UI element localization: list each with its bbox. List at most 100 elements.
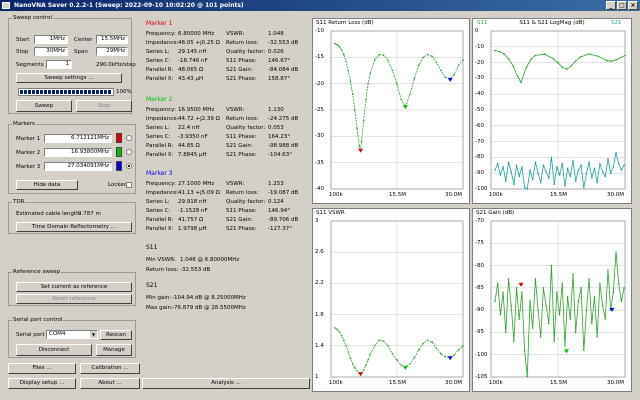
marker-detail-label: S21 Gain: [226,217,253,223]
data-point [561,66,564,69]
data-point [565,68,568,71]
marker-detail-label: Return loss: [226,190,259,196]
s11-s21-logmag-chart[interactable]: S11 & S21 LogMag (dB) 0 -10 -20 -30 -40 -50 -60… [472,18,632,204]
data-point [574,180,577,182]
sweep-progress-bar [18,88,114,96]
data-point [550,264,553,267]
marker-detail-value: 1.253 [268,181,284,187]
data-point [453,73,455,76]
y-tick-label: -30 [475,75,484,82]
marker-color-button[interactable] [116,133,122,143]
data-point [516,75,519,77]
marker-detail-label: S11 Phase: [226,134,257,140]
sweep-control-title: Sweep control [12,15,54,22]
tdr-button[interactable]: Time Domain Reflectometry ... [16,222,132,232]
data-point [440,352,442,355]
y-tick-label: -50 [475,107,484,113]
data-point [367,82,369,85]
marker-color-button[interactable] [116,147,122,157]
marker-select-radio[interactable] [126,135,132,141]
close-icon[interactable]: × [628,1,638,10]
data-point [409,93,411,95]
data-point [580,287,582,289]
y-tick-label: 2.2 [315,280,324,287]
data-point [599,162,601,165]
serial-port-select[interactable]: COM4 ▼ [46,330,98,339]
rescan-button[interactable]: Rescan [100,330,132,340]
segments-input[interactable]: 1 [46,60,72,69]
max-gain-value: -76.879 dB @ 28.5500MHz [172,305,246,311]
reset-reference-button[interactable]: Reset reference [16,294,132,304]
data-point [593,167,596,170]
marker-detail-label: Quality factor: [226,125,266,131]
series-line [494,152,625,190]
data-point [582,349,585,352]
marker-frequency-input[interactable]: 16.93800MHz [44,148,112,157]
data-point [531,327,534,329]
marker-detail-label: Parallel X: [146,76,174,82]
marker-detail-label: S21 Phase: [226,226,257,232]
data-point [338,46,341,48]
marker-detail-value: 41.13 +j5.09 Ω [178,190,220,196]
display-setup-button[interactable]: Display setup ... [8,378,76,389]
calibration-button[interactable]: Calibration ... [80,363,140,374]
window-titlebar[interactable]: NanoVNA Saver 0.2.2-1 (Sweep: 2022-09-10… [0,0,640,11]
progress-segment [88,90,91,94]
data-point [615,151,617,154]
data-point [347,69,350,72]
marker-frequency-input[interactable]: 6.712121MHz [44,134,112,143]
marker-color-button[interactable] [116,161,122,171]
marker-detail-label: Quality factor: [226,199,266,205]
stop-input[interactable]: 30MHz [34,47,68,56]
data-point [354,366,356,369]
set-reference-button[interactable]: Set current as reference [16,282,132,292]
data-point [542,287,545,289]
progress-segment [48,90,51,94]
center-input[interactable]: 15.5MHz [96,35,128,44]
stop-button[interactable]: Stop [76,100,132,112]
span-input[interactable]: 29MHz [96,47,128,56]
manage-button[interactable]: Manage [96,344,132,356]
marker-frequency-input[interactable]: 27.034091MHz [44,162,112,171]
marker-detail-label: S21 Gain: [226,67,253,73]
data-point [606,59,608,62]
analysis-button[interactable]: Analysis ... [142,378,310,389]
hide-data-button[interactable]: Hide data [16,180,78,190]
marker-detail-label: Parallel X: [146,226,174,232]
y-tick-label: -90 [475,170,484,177]
data-point [534,161,537,163]
marker-select-radio[interactable] [126,163,132,169]
chart-plot-area [330,220,464,378]
progress-segment [104,90,107,94]
data-point [566,167,569,170]
data-point [561,282,564,285]
marker-select-radio[interactable] [126,149,132,155]
data-point [499,313,502,316]
maximize-icon[interactable]: □ [617,1,627,10]
files-button[interactable]: Files ... [8,363,76,374]
data-point [496,162,499,165]
data-point [593,295,596,298]
disconnect-button[interactable]: Disconnect [16,344,92,356]
s11-return-loss-chart[interactable]: S11 Return Loss (dB) -10 -15 -20 -25 -30 -35 -4… [312,18,470,204]
marker-detail-value: -3.9350 nF [178,134,208,140]
data-point [382,54,385,57]
s21-gain-chart[interactable]: S21 Gain (dB) -70 -75 -80 -85 -90 -95 -100 -105 1… [472,208,632,392]
locked-checkbox[interactable] [126,182,132,188]
data-point [542,164,545,167]
y-tick-label: 1.8 [315,311,324,318]
data-point [444,355,447,358]
sweep-button[interactable]: Sweep [16,100,72,112]
s11-vswr-chart[interactable]: S11 VSWR 3 2.6 2.2 1.8 1.4 1 100k 15.5M 30.0M [312,208,470,392]
minimize-icon[interactable]: _ [606,1,616,10]
progress-segment [100,90,103,94]
data-point [612,166,615,168]
progress-segment [20,90,23,94]
max-gain-label: Max gain: [146,305,173,311]
marker-detail-label: Quality factor: [226,49,266,55]
marker-detail-label: VSWR: [226,107,245,113]
about-button[interactable]: About ... [80,378,140,389]
marker-triangle [358,372,364,377]
start-input[interactable]: 1MHz [34,35,68,44]
sweep-settings-button[interactable]: Sweep settings ... [16,73,122,83]
